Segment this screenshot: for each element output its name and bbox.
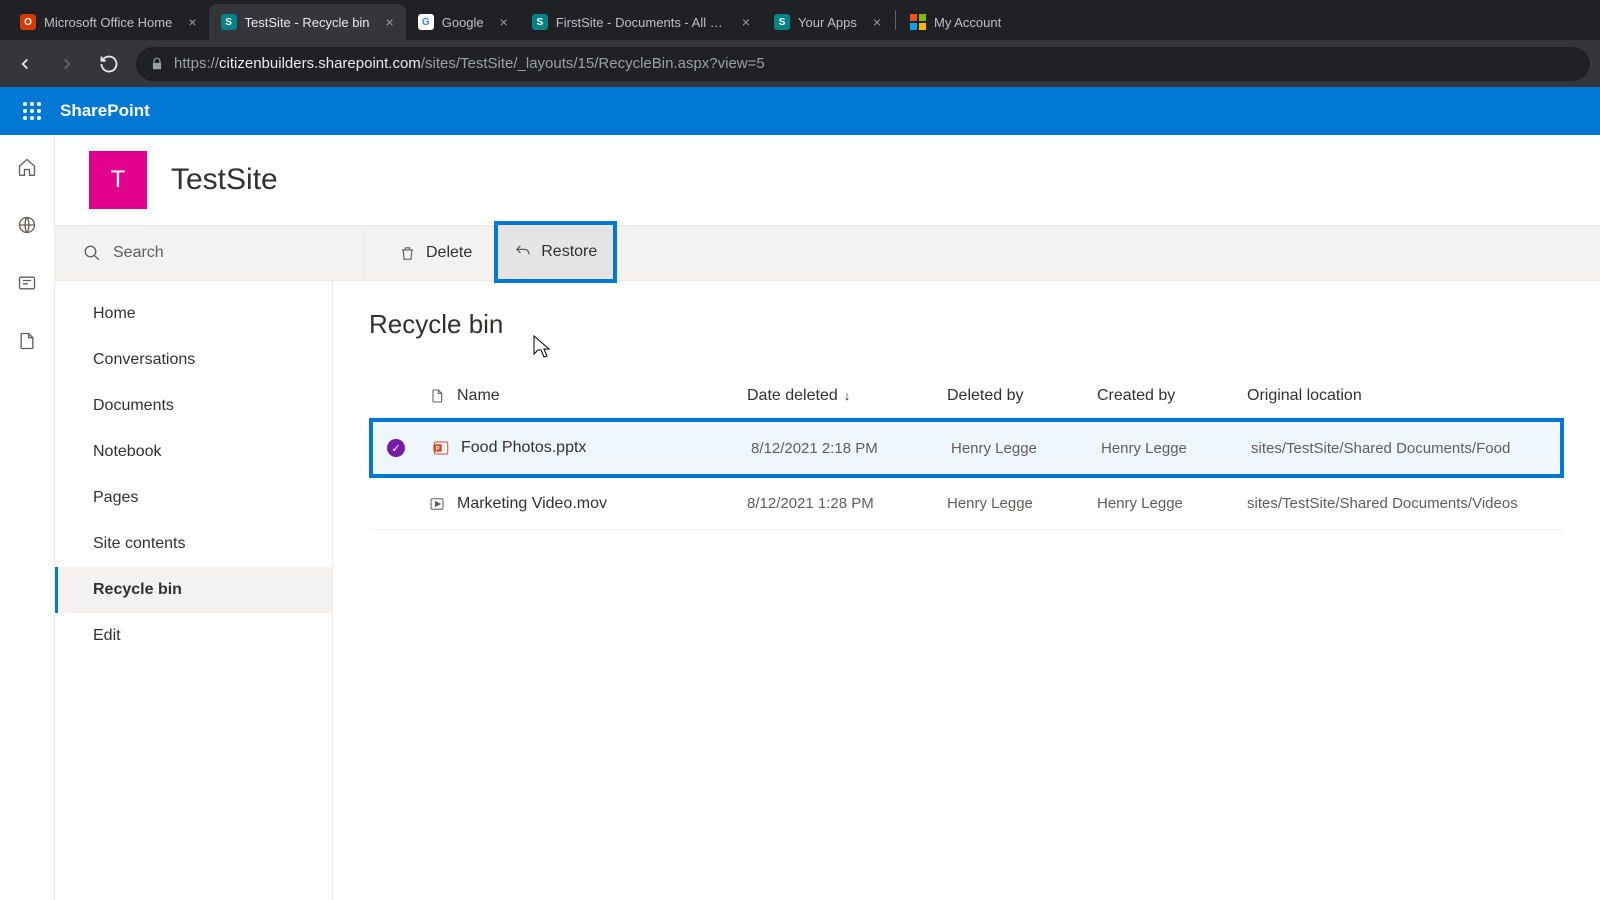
command-bar: Delete Restore: [365, 226, 617, 280]
trash-icon: [399, 245, 416, 262]
row-deleted-by: Henry Legge: [947, 495, 1097, 512]
svg-text:P: P: [436, 446, 440, 452]
tab-label: Google: [442, 15, 484, 30]
google-icon: G: [418, 14, 434, 30]
col-name[interactable]: Name: [457, 387, 747, 405]
office-icon: O: [20, 14, 36, 30]
nav-notebook[interactable]: Notebook: [55, 429, 332, 475]
files-icon[interactable]: [13, 327, 41, 355]
tab-office[interactable]: O Microsoft Office Home ×: [8, 4, 209, 40]
command-row: Search Delete Restore: [55, 225, 1600, 281]
sharepoint-icon: S: [532, 14, 548, 30]
row-created-by: Henry Legge: [1101, 440, 1251, 457]
row-name: Food Photos.pptx: [461, 439, 751, 457]
tab-yourapps[interactable]: S Your Apps ×: [762, 4, 893, 40]
nav-conversations[interactable]: Conversations: [55, 337, 332, 383]
content: Recycle bin Name Date deleted↓ Deleted b…: [333, 281, 1600, 900]
tab-label: TestSite - Recycle bin: [245, 15, 370, 30]
row-date: 8/12/2021 1:28 PM: [747, 495, 947, 512]
table-row[interactable]: Marketing Video.mov 8/12/2021 1:28 PM He…: [369, 478, 1564, 530]
home-icon[interactable]: [13, 153, 41, 181]
restore-button[interactable]: Restore: [494, 221, 617, 283]
close-icon[interactable]: ×: [500, 14, 508, 30]
nav-edit[interactable]: Edit: [55, 613, 332, 659]
tab-myaccount[interactable]: My Account: [898, 4, 1013, 40]
col-original-location[interactable]: Original location: [1247, 387, 1564, 405]
file-type-icon: [417, 495, 457, 513]
left-nav: Home Conversations Documents Notebook Pa…: [55, 281, 333, 900]
address-bar: https://citizenbuilders.sharepoint.com/s…: [0, 40, 1600, 87]
suite-header: SharePoint: [0, 87, 1600, 135]
restore-label: Restore: [541, 243, 597, 261]
workspace: T TestSite Search Delete Restore: [0, 135, 1600, 900]
tab-label: Your Apps: [798, 15, 857, 30]
row-deleted-by: Henry Legge: [951, 440, 1101, 457]
forward-button[interactable]: [52, 49, 82, 79]
row-select[interactable]: ✓: [373, 439, 421, 458]
reload-button[interactable]: [94, 49, 124, 79]
site-title[interactable]: TestSite: [171, 163, 278, 197]
sharepoint-icon: S: [221, 14, 237, 30]
tab-firstsite[interactable]: S FirstSite - Documents - All Docum ×: [520, 4, 762, 40]
nav-home[interactable]: Home: [55, 291, 332, 337]
table-row[interactable]: ✓ P Food Photos.pptx 8/12/2021 2:18 PM H…: [369, 418, 1564, 478]
check-icon: ✓: [387, 439, 405, 457]
powerpoint-icon: P: [432, 439, 450, 457]
row-location: sites/TestSite/Shared Documents/Food: [1251, 440, 1560, 457]
recycle-bin-table: Name Date deleted↓ Deleted by Created by…: [369, 374, 1564, 530]
tab-strip: O Microsoft Office Home × S TestSite - R…: [0, 0, 1600, 40]
url-text: https://citizenbuilders.sharepoint.com/s…: [174, 55, 765, 72]
row-location: sites/TestSite/Shared Documents/Videos: [1247, 495, 1564, 512]
undo-icon: [514, 243, 531, 260]
col-deleted-by[interactable]: Deleted by: [947, 387, 1097, 405]
row-created-by: Henry Legge: [1097, 495, 1247, 512]
search-icon: [83, 244, 101, 262]
page-title: Recycle bin: [369, 309, 1564, 340]
nav-pages[interactable]: Pages: [55, 475, 332, 521]
col-created-by[interactable]: Created by: [1097, 387, 1247, 405]
close-icon[interactable]: ×: [742, 14, 750, 30]
microsoft-icon: [910, 14, 926, 30]
search-input[interactable]: Search: [55, 226, 365, 280]
row-date: 8/12/2021 2:18 PM: [751, 440, 951, 457]
nav-recycle-bin[interactable]: Recycle bin: [55, 567, 332, 613]
url-field[interactable]: https://citizenbuilders.sharepoint.com/s…: [136, 47, 1590, 81]
file-icon: [429, 387, 445, 405]
lock-icon: [150, 57, 164, 71]
globe-icon[interactable]: [13, 211, 41, 239]
close-icon[interactable]: ×: [386, 14, 394, 30]
video-icon: [428, 495, 446, 513]
app-launcher-icon[interactable]: [8, 87, 56, 135]
close-icon[interactable]: ×: [873, 14, 881, 30]
back-button[interactable]: [10, 49, 40, 79]
delete-button[interactable]: Delete: [383, 226, 488, 280]
site-logo[interactable]: T: [89, 151, 147, 209]
news-icon[interactable]: [13, 269, 41, 297]
close-icon[interactable]: ×: [188, 14, 196, 30]
tab-label: FirstSite - Documents - All Docum: [556, 15, 726, 30]
sort-down-icon: ↓: [844, 388, 851, 403]
below: Home Conversations Documents Notebook Pa…: [55, 281, 1600, 900]
tab-label: My Account: [934, 15, 1001, 30]
file-type-icon: P: [421, 439, 461, 457]
row-name: Marketing Video.mov: [457, 495, 747, 513]
main: T TestSite Search Delete Restore: [55, 135, 1600, 900]
brand-label[interactable]: SharePoint: [60, 101, 150, 121]
app-rail: [0, 135, 55, 900]
col-type-icon[interactable]: [417, 387, 457, 405]
tab-google[interactable]: G Google ×: [406, 4, 520, 40]
tab-separator: [895, 10, 896, 30]
nav-site-contents[interactable]: Site contents: [55, 521, 332, 567]
sharepoint-icon: S: [774, 14, 790, 30]
browser-chrome: O Microsoft Office Home × S TestSite - R…: [0, 0, 1600, 87]
site-header: T TestSite: [55, 135, 1600, 225]
tab-testsite[interactable]: S TestSite - Recycle bin ×: [209, 4, 406, 40]
nav-documents[interactable]: Documents: [55, 383, 332, 429]
search-placeholder: Search: [113, 244, 164, 262]
col-date-deleted[interactable]: Date deleted↓: [747, 387, 947, 405]
tab-label: Microsoft Office Home: [44, 15, 172, 30]
table-header: Name Date deleted↓ Deleted by Created by…: [369, 374, 1564, 418]
delete-label: Delete: [426, 244, 472, 262]
